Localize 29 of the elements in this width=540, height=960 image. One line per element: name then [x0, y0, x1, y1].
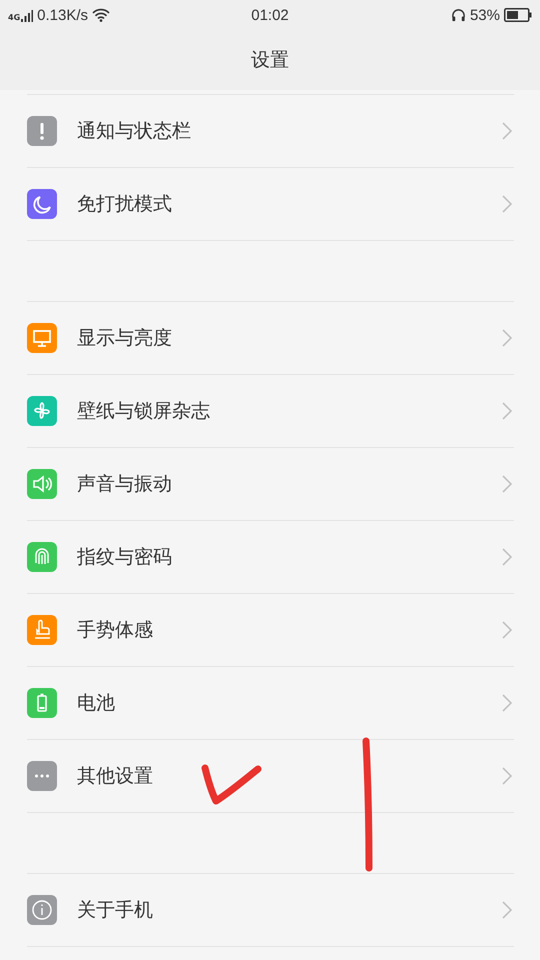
settings-item[interactable]: 显示与亮度 — [27, 302, 514, 375]
settings-item[interactable]: 免打扰模式 — [27, 168, 514, 241]
chevron-icon — [502, 195, 512, 213]
chevron-icon — [502, 621, 512, 639]
settings-item[interactable]: 电池 — [27, 667, 514, 740]
settings-item[interactable]: 通知与状态栏 — [27, 95, 514, 168]
chevron-icon — [502, 329, 512, 347]
clock: 01:02 — [251, 6, 289, 24]
battery-percent: 53% — [470, 6, 500, 24]
settings-item[interactable]: 声音与振动 — [27, 448, 514, 521]
headset-icon — [450, 8, 466, 22]
settings-item[interactable]: 关于手机 — [27, 874, 514, 947]
chevron-icon — [502, 767, 512, 785]
signal-icon — [21, 8, 34, 22]
page-title: 设置 — [251, 48, 289, 73]
network-speed: 0.13K/s — [37, 6, 88, 24]
chevron-icon — [502, 694, 512, 712]
chevron-icon — [502, 548, 512, 566]
settings-item[interactable]: 壁纸与锁屏杂志 — [27, 375, 514, 448]
network-type: 4G — [8, 12, 20, 22]
settings-item[interactable]: 手势体感 — [27, 594, 514, 667]
wifi-icon — [92, 8, 110, 22]
chevron-icon — [502, 901, 512, 919]
chevron-icon — [502, 475, 512, 493]
chevron-icon — [502, 402, 512, 420]
chevron-icon — [502, 122, 512, 140]
settings-item[interactable]: 指纹与密码 — [27, 521, 514, 594]
battery-icon — [504, 8, 532, 22]
settings-item[interactable]: 其他设置 — [27, 740, 514, 813]
